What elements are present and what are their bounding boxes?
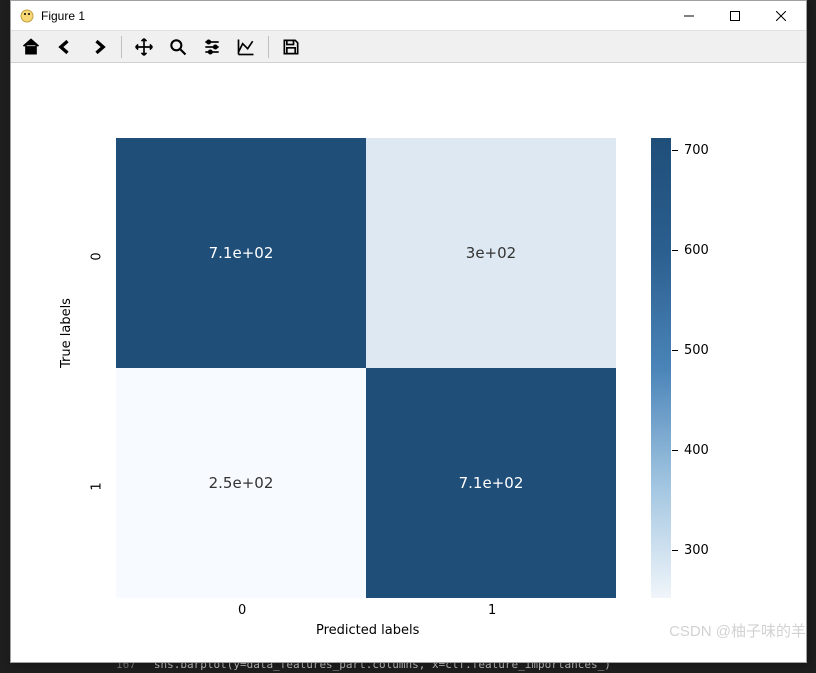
x-tick-1: 1	[488, 603, 496, 618]
heatmap-cell-1-0: 2.5e+02	[116, 368, 366, 598]
colorbar	[651, 138, 671, 598]
heatmap-cell-0-1: 3e+02	[366, 138, 616, 368]
x-axis-label: Predicted labels	[316, 623, 419, 638]
maximize-button[interactable]	[712, 1, 758, 31]
matplotlib-toolbar	[11, 31, 806, 63]
y-tick-1: 1	[90, 482, 105, 490]
pan-button[interactable]	[130, 33, 158, 61]
app-icon	[19, 8, 35, 24]
close-button[interactable]	[758, 1, 804, 31]
x-tick-0: 0	[238, 603, 246, 618]
zoom-button[interactable]	[164, 33, 192, 61]
heatmap-cell-0-0: 7.1e+02	[116, 138, 366, 368]
toolbar-separator	[121, 36, 122, 58]
heatmap-axes: 7.1e+02 3e+02 2.5e+02 7.1e+02	[116, 138, 616, 598]
colorbar-tick: 500	[672, 343, 709, 358]
back-button[interactable]	[51, 33, 79, 61]
figure-window: Figure 1	[10, 0, 807, 663]
figure-canvas[interactable]: 7.1e+02 3e+02 2.5e+02 7.1e+02 0 1 0 1 Tr…	[11, 63, 806, 662]
heatmap-cell-1-1: 7.1e+02	[366, 368, 616, 598]
colorbar-tick: 400	[672, 443, 709, 458]
home-button[interactable]	[17, 33, 45, 61]
minimize-button[interactable]	[666, 1, 712, 31]
y-tick-0: 0	[90, 252, 105, 260]
save-button[interactable]	[277, 33, 305, 61]
y-axis-label: True labels	[59, 298, 74, 368]
toolbar-separator	[268, 36, 269, 58]
subplots-config-button[interactable]	[198, 33, 226, 61]
colorbar-tick: 300	[672, 543, 709, 558]
window-title: Figure 1	[41, 9, 666, 23]
axes-edit-button[interactable]	[232, 33, 260, 61]
forward-button[interactable]	[85, 33, 113, 61]
colorbar-tick: 700	[672, 143, 709, 158]
colorbar-tick: 600	[672, 243, 709, 258]
window-titlebar: Figure 1	[11, 1, 806, 31]
window-controls	[666, 1, 804, 31]
